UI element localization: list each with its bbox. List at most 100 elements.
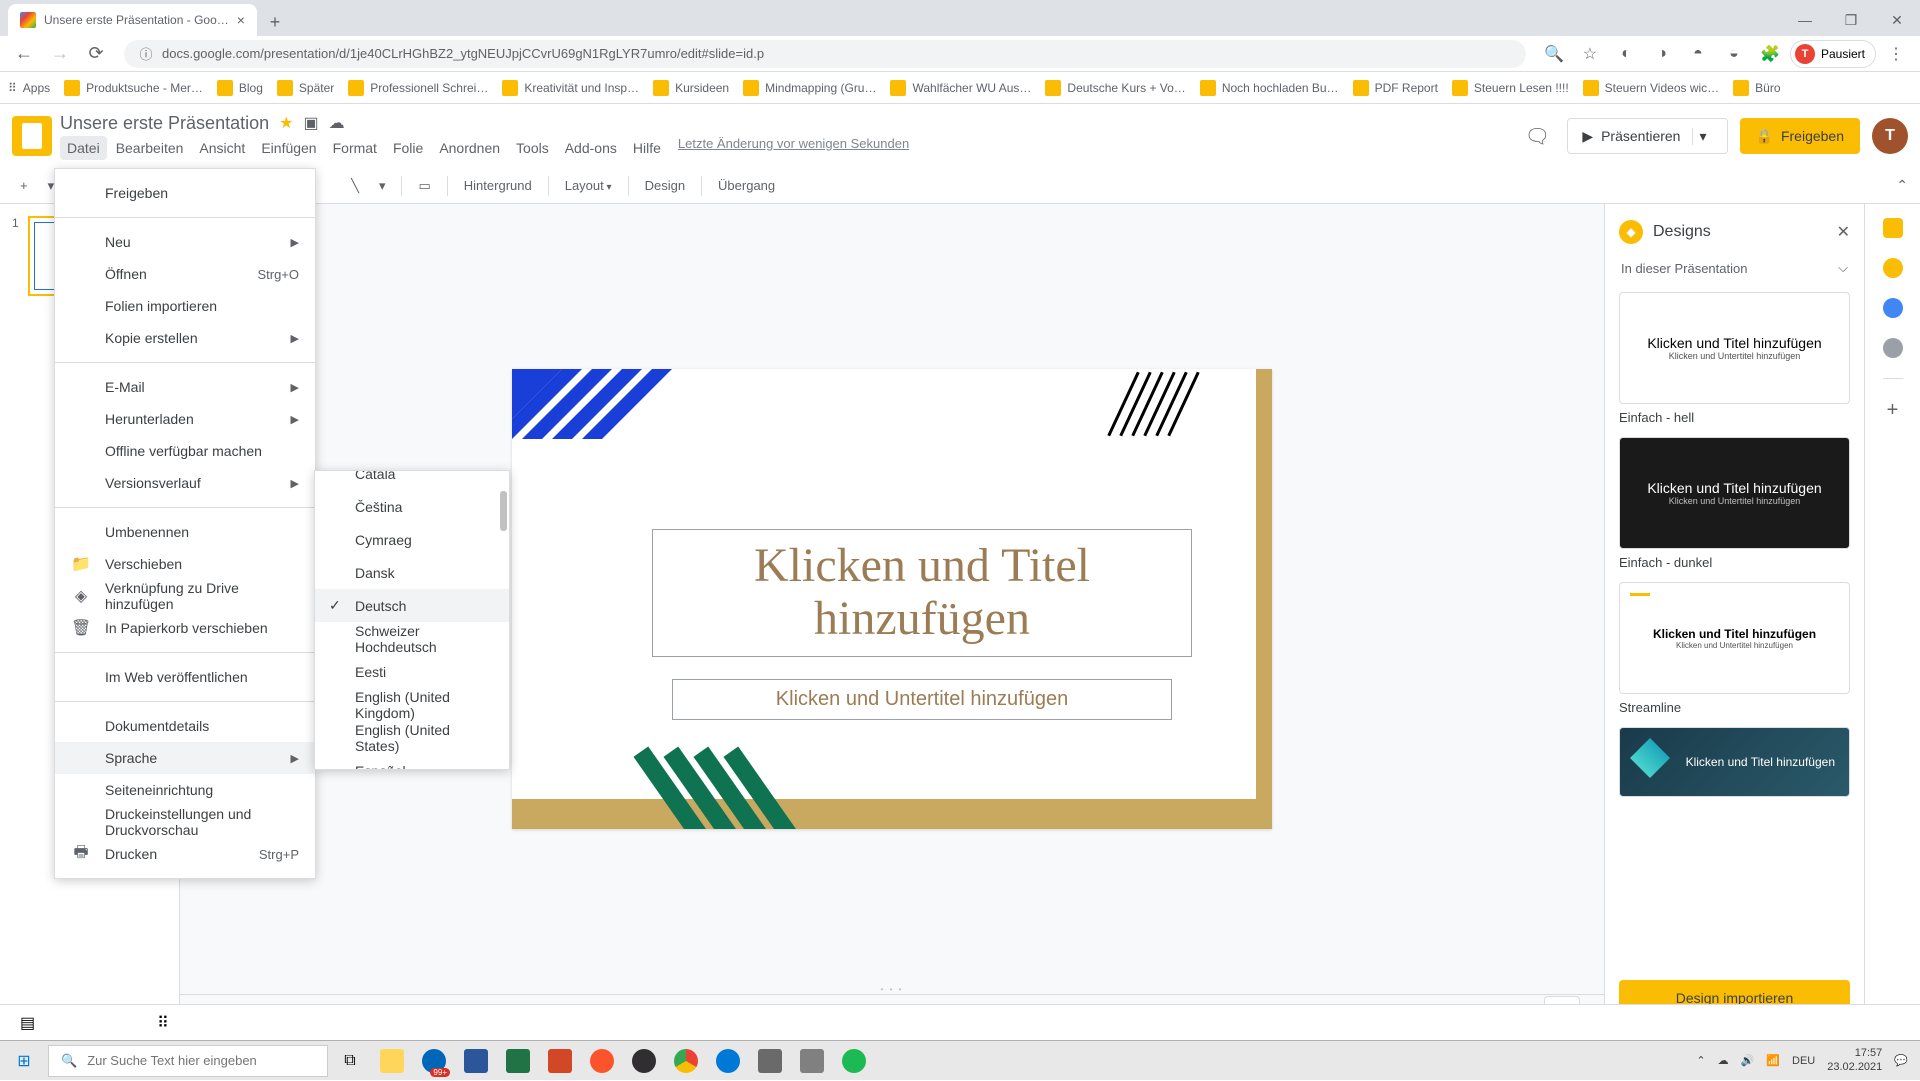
bookmark-item[interactable]: Steuern Videos wic…	[1583, 80, 1720, 96]
tasks-icon[interactable]	[1883, 298, 1903, 318]
app-brave-icon[interactable]	[582, 1041, 622, 1081]
design-option-streamline[interactable]: Klicken und Titel hinzufügen Klicken und…	[1619, 582, 1850, 694]
share-button[interactable]: 🔒 Freigeben	[1740, 118, 1860, 154]
app-icon[interactable]	[792, 1041, 832, 1081]
calendar-icon[interactable]	[1883, 218, 1903, 238]
present-dropdown-icon[interactable]: ▾	[1692, 128, 1712, 145]
background-button[interactable]: Hintergrund	[456, 174, 540, 197]
word-icon[interactable]	[456, 1041, 496, 1081]
language-option[interactable]: ✓Deutsch	[315, 589, 509, 622]
bookmark-item[interactable]: PDF Report	[1353, 80, 1438, 96]
powerpoint-icon[interactable]	[540, 1041, 580, 1081]
add-addon-icon[interactable]: +	[1887, 399, 1899, 422]
grid-view-icon[interactable]: ⠿	[149, 1009, 177, 1037]
bookmark-item[interactable]: Büro	[1733, 80, 1780, 96]
ext1-icon[interactable]: ◐	[1610, 38, 1642, 70]
language-option[interactable]: Dansk	[315, 556, 509, 589]
slides-logo[interactable]	[12, 116, 52, 156]
chrome-icon[interactable]	[666, 1041, 706, 1081]
edge-icon[interactable]: 99+	[414, 1041, 454, 1081]
file-menu-item[interactable]: 📁Verschieben	[55, 548, 315, 580]
file-menu-item[interactable]: ÖffnenStrg+O	[55, 258, 315, 290]
site-info-icon[interactable]: ⓘ	[138, 46, 154, 62]
language-indicator[interactable]: DEU	[1792, 1055, 1815, 1067]
menu-format[interactable]: Format	[326, 136, 384, 160]
windows-search[interactable]: 🔍 Zur Suche Text hier eingeben	[48, 1045, 328, 1077]
excel-icon[interactable]	[498, 1041, 538, 1081]
present-button[interactable]: ▶ Präsentieren ▾	[1567, 118, 1727, 154]
maximize-button[interactable]: ❐	[1828, 4, 1874, 36]
file-menu-item[interactable]: 🗑In Papierkorb verschieben	[55, 612, 315, 644]
keep-icon[interactable]	[1883, 258, 1903, 278]
back-button[interactable]: ←	[8, 38, 40, 70]
filmstrip-view-icon[interactable]: ▤	[12, 1009, 43, 1037]
bookmark-item[interactable]: Steuern Lesen !!!!	[1452, 80, 1569, 96]
menu-ansicht[interactable]: Ansicht	[192, 136, 252, 160]
menu-folie[interactable]: Folie	[386, 136, 430, 160]
new-slide-button[interactable]: +	[12, 174, 36, 197]
file-menu-item[interactable]: Im Web veröffentlichen	[55, 661, 315, 693]
contacts-icon[interactable]	[1883, 338, 1903, 358]
bookmark-item[interactable]: Noch hochladen Bu…	[1200, 80, 1339, 96]
app-icon[interactable]	[750, 1041, 790, 1081]
browser-tab[interactable]: Unsere erste Präsentation - Goo… ×	[8, 4, 257, 36]
move-folder-icon[interactable]: ▣	[303, 113, 318, 133]
explorer-icon[interactable]	[372, 1041, 412, 1081]
comment-tool[interactable]: ▭	[410, 174, 438, 198]
line-dropdown[interactable]: ▾	[371, 174, 394, 198]
close-panel-icon[interactable]: ✕	[1837, 222, 1850, 242]
account-avatar[interactable]: T	[1872, 118, 1908, 154]
collapse-toolbar-icon[interactable]: ⌃	[1896, 177, 1908, 194]
extensions-icon[interactable]: 🧩	[1754, 38, 1786, 70]
file-menu-item[interactable]: Seiteneinrichtung	[55, 774, 315, 806]
language-option[interactable]: Schweizer Hochdeutsch	[315, 622, 509, 655]
designs-section-header[interactable]: In dieser Präsentation ⌵	[1619, 256, 1850, 280]
file-menu-item[interactable]: Neu▶	[55, 226, 315, 258]
menu-tools[interactable]: Tools	[509, 136, 556, 160]
url-bar[interactable]: ⓘ docs.google.com/presentation/d/1je40CL…	[124, 40, 1526, 68]
language-option[interactable]: Eesti	[315, 655, 509, 688]
language-option[interactable]: English (United Kingdom)	[315, 688, 509, 721]
title-placeholder[interactable]: Klicken und Titel hinzufügen	[652, 529, 1192, 657]
file-menu-item[interactable]: Folien importieren	[55, 290, 315, 322]
file-menu-item[interactable]: Versionsverlauf▶	[55, 467, 315, 499]
forward-button[interactable]: →	[44, 38, 76, 70]
star-icon[interactable]: ★	[279, 113, 293, 133]
language-option[interactable]: Čeština	[315, 490, 509, 523]
file-menu-item[interactable]: ◈Verknüpfung zu Drive hinzufügen	[55, 580, 315, 612]
bookmark-item[interactable]: Produktsuche - Mer…	[64, 80, 203, 96]
menu-add-ons[interactable]: Add-ons	[558, 136, 624, 160]
minimize-button[interactable]: —	[1782, 4, 1828, 36]
bookmark-item[interactable]: Deutsche Kurs + Vo…	[1045, 80, 1185, 96]
bookmark-item[interactable]: Kreativität und Insp…	[502, 80, 639, 96]
ext4-icon[interactable]: ◒	[1718, 38, 1750, 70]
design-button[interactable]: Design	[637, 174, 693, 197]
file-menu-item[interactable]: 🖶DruckenStrg+P	[55, 838, 315, 870]
language-option[interactable]: Cymraeg	[315, 523, 509, 556]
design-option-light[interactable]: Klicken und Titel hinzufügen Klicken und…	[1619, 292, 1850, 404]
menu-hilfe[interactable]: Hilfe	[626, 136, 668, 160]
close-window-button[interactable]: ✕	[1874, 4, 1920, 36]
layout-button[interactable]: Layout	[557, 174, 620, 197]
transition-button[interactable]: Übergang	[710, 174, 783, 197]
cloud-status-icon[interactable]: ☁	[329, 113, 345, 133]
profile-badge[interactable]: T Pausiert	[1790, 40, 1876, 68]
ext3-icon[interactable]: ◓	[1682, 38, 1714, 70]
doc-title[interactable]: Unsere erste Präsentation	[60, 113, 269, 134]
browser-menu-icon[interactable]: ⋮	[1880, 38, 1912, 70]
spotify-icon[interactable]	[834, 1041, 874, 1081]
notes-drag-handle[interactable]: • • •	[881, 985, 904, 994]
file-menu-item[interactable]: E-Mail▶	[55, 371, 315, 403]
language-option[interactable]: Español	[315, 754, 509, 770]
star-icon[interactable]: ☆	[1574, 38, 1606, 70]
file-menu-item[interactable]: Sprache▶	[55, 742, 315, 774]
bookmark-item[interactable]: Professionell Schrei…	[348, 80, 488, 96]
bookmark-item[interactable]: Blog	[217, 80, 263, 96]
ext2-icon[interactable]: ◑	[1646, 38, 1678, 70]
language-option[interactable]: English (United States)	[315, 721, 509, 754]
volume-icon[interactable]: 🔊	[1741, 1054, 1755, 1067]
menu-einfügen[interactable]: Einfügen	[254, 136, 323, 160]
wifi-icon[interactable]: 📶	[1766, 1054, 1780, 1067]
close-tab-icon[interactable]: ×	[237, 12, 245, 28]
app-obs-icon[interactable]	[624, 1041, 664, 1081]
